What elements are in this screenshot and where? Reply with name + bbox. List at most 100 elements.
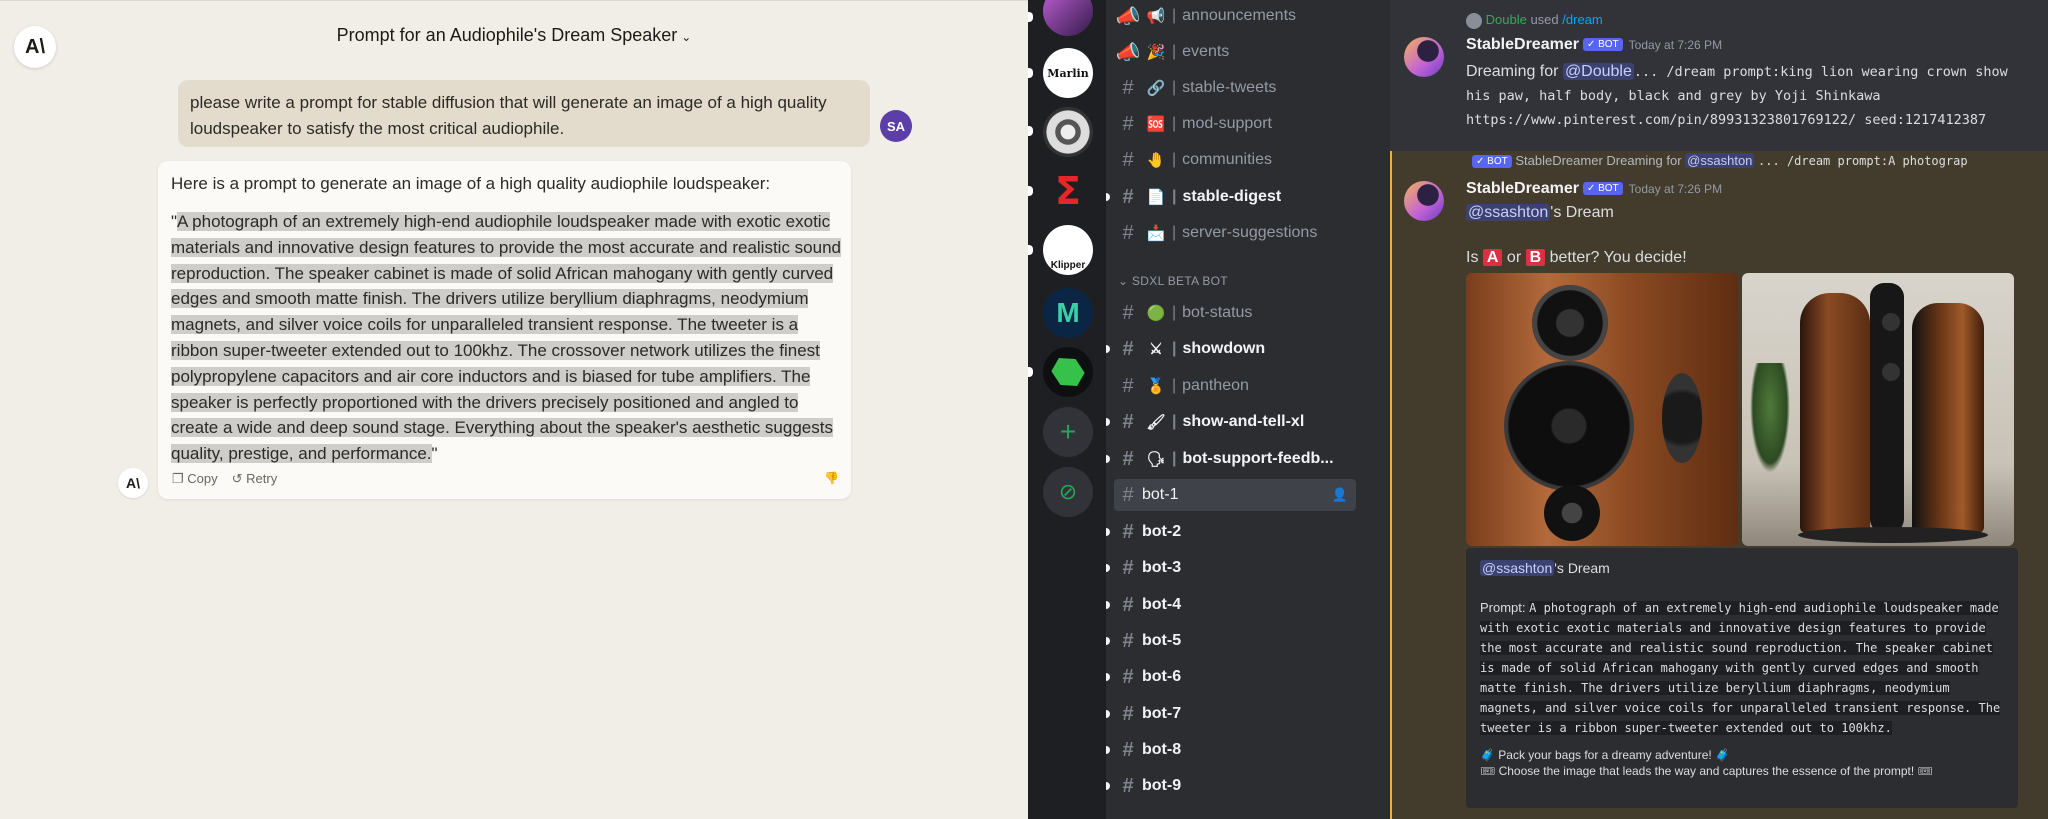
retry-button[interactable]: ↺ Retry xyxy=(232,471,278,487)
a-emoji-icon: A xyxy=(1482,249,1503,266)
unread-indicator xyxy=(1106,193,1110,201)
copy-button[interactable]: ❐ Copy xyxy=(172,471,218,487)
channel-server-suggestions[interactable]: # 📩 | server-suggestions xyxy=(1114,217,1356,249)
channel-announcements[interactable]: 📣 📢 | announcements xyxy=(1114,0,1356,32)
channel-emoji: 📄 xyxy=(1146,189,1166,206)
channel-mod-support[interactable]: # 🆘 | mod-support xyxy=(1114,108,1356,140)
server-icon-z[interactable]: Σ xyxy=(1043,166,1093,216)
klipper-label: Klipper xyxy=(1050,259,1086,271)
channel-bot-4[interactable]: # bot-4 xyxy=(1106,589,1356,621)
author-name[interactable]: StableDreamer xyxy=(1466,36,1579,53)
hash-icon: # xyxy=(1122,556,1134,579)
message-header: StableDreamer ✓ BOT Today at 7:26 PM xyxy=(1466,36,1722,54)
channel-stable-tweets[interactable]: # 🔗 | stable-tweets xyxy=(1114,72,1356,104)
embed-prompt: Prompt: A photograph of an extremely hig… xyxy=(1480,598,2004,738)
unread-indicator xyxy=(1106,673,1110,681)
channel-events[interactable]: 📣 🎉 | events xyxy=(1114,36,1356,68)
hash-icon: # xyxy=(1122,337,1134,360)
channel-emoji: 🔗 xyxy=(1146,80,1166,97)
hash-icon: # xyxy=(1122,483,1134,506)
reply-username: Double xyxy=(1485,12,1527,27)
bot-badge: ✓ BOT xyxy=(1472,155,1512,169)
hash-icon: # xyxy=(1122,520,1134,543)
channel-bot-3[interactable]: # bot-3 xyxy=(1106,552,1356,584)
channel-showdown[interactable]: # ⚔ | showdown xyxy=(1106,333,1356,365)
thumbs-down-icon[interactable]: 👎 xyxy=(824,471,839,485)
user-avatar: SA xyxy=(880,110,912,142)
hash-icon: # xyxy=(1122,447,1134,470)
speaker-image-b[interactable] xyxy=(1742,273,2014,546)
channel-bot-7[interactable]: # bot-7 xyxy=(1106,698,1356,730)
channel-bot-1[interactable]: # bot-1 👤 xyxy=(1114,479,1356,511)
claude-chat-window: A\ Prompt for an Audiophile's Dream Spea… xyxy=(0,0,1028,819)
bot-avatar[interactable] xyxy=(1404,37,1444,77)
discord-window: Marlin Σ Klipper M + ⊘ 📣 📢 | announcements … xyxy=(1028,0,2048,819)
unread-indicator xyxy=(1106,710,1110,718)
channel-name: bot-2 xyxy=(1142,523,1182,540)
channel-show-and-tell-xl[interactable]: # 🖌 | show-and-tell-xl xyxy=(1106,406,1356,438)
embed-title: @ssashton's Dream xyxy=(1480,560,2004,576)
channel-name: bot-5 xyxy=(1142,632,1182,649)
user-mention[interactable]: @ssashton xyxy=(1466,204,1551,221)
assistant-prompt-text: "A photograph of an extremely high-end a… xyxy=(171,209,841,467)
channel-name: server-suggestions xyxy=(1182,224,1318,241)
unread-indicator xyxy=(1106,564,1110,572)
dream-suffix: 's Dream xyxy=(1550,204,1614,221)
channel-bot-8[interactable]: # bot-8 xyxy=(1106,734,1356,766)
unread-indicator xyxy=(1106,418,1110,426)
bot-avatar[interactable] xyxy=(1404,181,1444,221)
channel-name: bot-7 xyxy=(1142,705,1182,722)
bot-badge: ✓ BOT xyxy=(1582,38,1623,52)
channel-emoji: 🆘 xyxy=(1146,116,1166,133)
add-member-icon[interactable]: 👤 xyxy=(1332,487,1348,503)
server-icon-ring[interactable] xyxy=(1043,107,1093,157)
reply-reference[interactable]: ✓ BOT StableDreamer Dreaming for @ssasht… xyxy=(1468,153,1968,169)
user-mention[interactable]: @Double xyxy=(1562,63,1634,80)
channel-name: bot-6 xyxy=(1142,668,1182,685)
conversation-title[interactable]: Prompt for an Audiophile's Dream Speaker… xyxy=(0,25,1028,46)
channel-bot-6[interactable]: # bot-6 xyxy=(1106,661,1356,693)
retry-label: Retry xyxy=(246,471,278,486)
channel-name: announcements xyxy=(1182,7,1297,24)
server-icon-cube[interactable] xyxy=(1043,347,1093,397)
channel-name: bot-3 xyxy=(1142,559,1182,576)
hash-icon: # xyxy=(1122,374,1134,397)
server-icon-dreamer[interactable] xyxy=(1043,0,1093,36)
reply-mention: @ssashton xyxy=(1685,153,1755,168)
channel-communities[interactable]: # 🤚 | communities xyxy=(1114,144,1356,176)
author-name[interactable]: StableDreamer xyxy=(1466,180,1579,197)
channel-pantheon[interactable]: # 🏅 | pantheon xyxy=(1114,370,1356,402)
reply-author: StableDreamer xyxy=(1515,153,1603,168)
channel-emoji: 🗣 xyxy=(1146,451,1166,468)
server-icon-klipper[interactable]: Klipper xyxy=(1043,225,1093,275)
add-server-icon[interactable]: + xyxy=(1043,407,1093,457)
unread-indicator xyxy=(1028,186,1033,196)
embed-prompt-text: A photograph of an extremely high-end au… xyxy=(1480,601,2001,735)
vote-pre: Is xyxy=(1466,249,1479,266)
embed-prompt-label: Prompt: xyxy=(1480,600,1526,615)
server-icon-m[interactable]: M xyxy=(1043,288,1093,338)
message-header: StableDreamer ✓ BOT Today at 7:26 PM xyxy=(1466,180,1722,198)
hash-icon: # xyxy=(1122,185,1134,208)
channel-bot-status[interactable]: # 🟢 | bot-status xyxy=(1114,297,1356,329)
embed-footer-2: 🎟 Choose the image that leads the way an… xyxy=(1480,764,1933,778)
channel-bot-5[interactable]: # bot-5 xyxy=(1106,625,1356,657)
channel-emoji: 🟢 xyxy=(1146,305,1166,322)
reply-reference[interactable]: Double used /dream xyxy=(1466,12,1603,29)
unread-indicator xyxy=(1106,746,1110,754)
channel-name: bot-1 xyxy=(1142,486,1179,503)
channel-stable-digest[interactable]: # 📄 | stable-digest xyxy=(1106,181,1356,213)
channel-bot-support-feedback[interactable]: # 🗣 | bot-support-feedb... xyxy=(1106,443,1356,475)
category-label: SDXL BETA BOT xyxy=(1132,274,1228,288)
reply-used: used xyxy=(1530,12,1559,27)
channel-bot-9[interactable]: # bot-9 xyxy=(1106,770,1356,802)
category-sdxl-beta-bot[interactable]: ⌄ SDXL BETA BOT xyxy=(1118,274,1228,288)
channel-bot-2[interactable]: # bot-2 xyxy=(1106,516,1356,548)
server-icon-marlin[interactable]: Marlin xyxy=(1043,48,1093,98)
speaker-image-a[interactable] xyxy=(1466,273,1738,546)
explore-servers-icon[interactable]: ⊘ xyxy=(1043,467,1093,517)
unread-indicator xyxy=(1028,12,1033,22)
vote-line: Is A or B better? You decide! xyxy=(1466,249,1687,267)
hash-icon: # xyxy=(1122,112,1134,135)
embed-mention[interactable]: @ssashton xyxy=(1480,560,1555,576)
